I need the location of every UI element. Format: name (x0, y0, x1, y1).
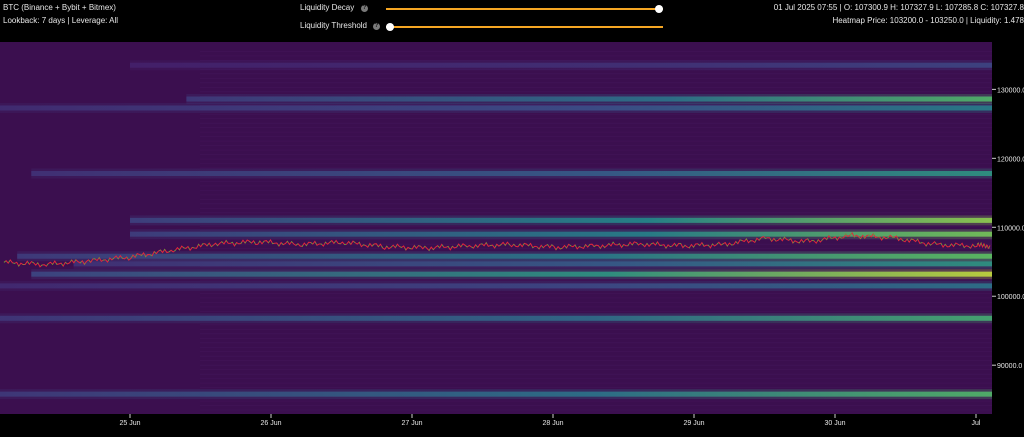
time-axis-label: 27 Jun (401, 420, 422, 427)
liquidation-heatmap-chart[interactable]: 90000.0 100000.0 110000.0 120000.0 130000.0 2… (0, 42, 1024, 437)
liquidity-band (0, 391, 992, 397)
price-axis-label: 130000.0 (997, 87, 1024, 94)
info-icon[interactable]: ? (361, 5, 368, 12)
liquidity-band (130, 217, 992, 223)
liquidity-band (17, 253, 992, 259)
liquidity-band (186, 96, 992, 102)
liquidity-decay-slider[interactable] (386, 5, 663, 13)
info-icon[interactable]: ? (373, 23, 380, 30)
time-axis-label: 30 Jun (824, 420, 845, 427)
liquidity-band (73, 261, 993, 267)
time-axis-label: 28 Jun (542, 420, 563, 427)
lookback-info: Lookback: 7 days | Leverage: All (3, 16, 119, 25)
symbol-title: BTC (Binance + Bybit + Bitmex) (3, 3, 116, 12)
time-axis-label: Jul (972, 420, 981, 427)
time-axis-label: 25 Jun (119, 420, 140, 427)
price-axis-label: 120000.0 (997, 156, 1024, 163)
slider-thumb[interactable] (655, 5, 663, 13)
time-axis (0, 414, 1024, 437)
price-axis-label: 110000.0 (997, 225, 1024, 232)
liquidity-band (31, 271, 993, 277)
liquidity-band (31, 170, 993, 176)
liquidity-band (0, 315, 992, 321)
liquidity-threshold-slider[interactable] (386, 23, 663, 31)
liquidity-decay-label: Liquidity Decay (300, 3, 355, 12)
heatmap-readout: Heatmap Price: 103200.0 - 103250.0 | Liq… (832, 16, 1024, 25)
liquidity-band (130, 62, 992, 68)
price-axis (992, 42, 1024, 437)
top-bar: BTC (Binance + Bybit + Bitmex) Lookback:… (0, 0, 1024, 42)
time-axis-label: 26 Jun (260, 420, 281, 427)
liquidity-band (0, 105, 992, 111)
liquidity-band (0, 283, 992, 289)
price-axis-label: 90000.0 (997, 363, 1022, 370)
liquidity-threshold-label: Liquidity Threshold (300, 21, 368, 30)
price-axis-label: 100000.0 (997, 294, 1024, 301)
ohlc-readout: 01 Jul 2025 07:55 | O: 107300.9 H: 10732… (773, 3, 1024, 12)
time-axis-label: 29 Jun (683, 420, 704, 427)
slider-thumb[interactable] (386, 23, 394, 31)
